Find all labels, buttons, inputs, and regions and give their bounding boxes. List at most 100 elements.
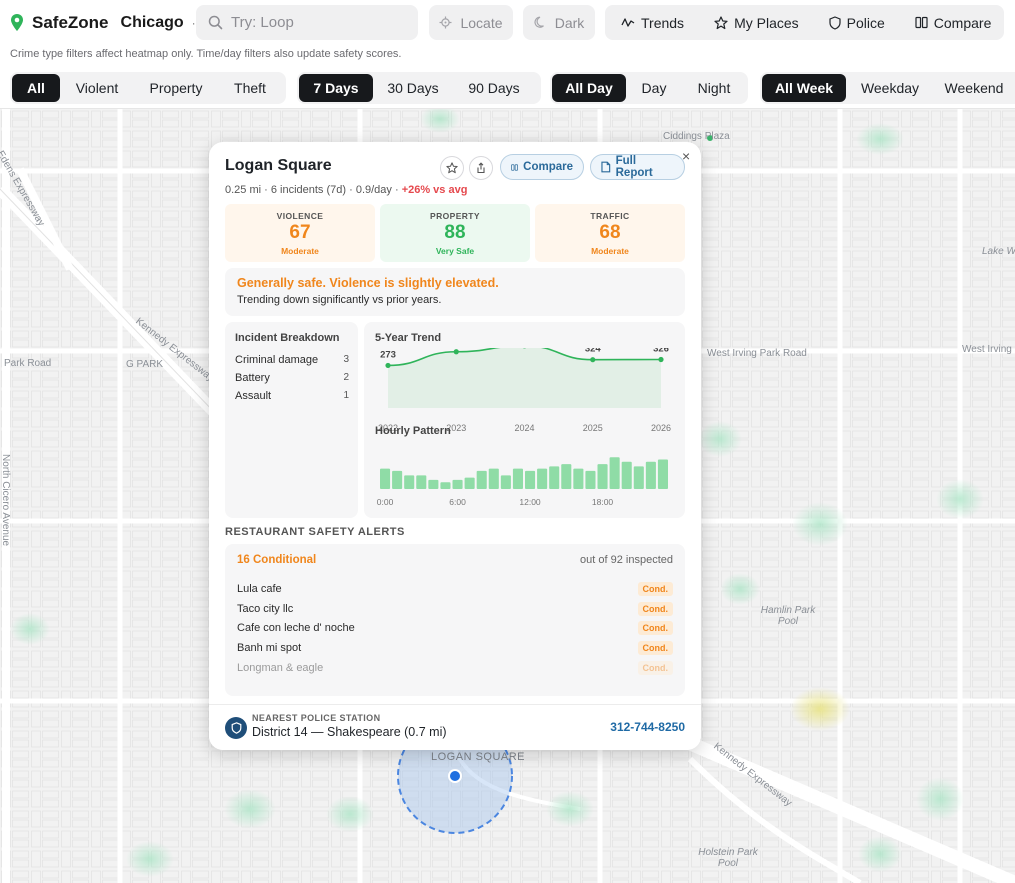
filter-period-30d[interactable]: 30 Days [373, 74, 453, 102]
police-shield-icon [225, 717, 247, 739]
list-item[interactable]: Cafe con leche d' noche Cond. [237, 619, 673, 637]
status-badge: Cond. [637, 602, 673, 616]
hourly-bar [585, 470, 596, 489]
filter-time-night[interactable]: Night [682, 74, 746, 102]
period-filter: 7 Days 30 Days 90 Days [297, 72, 541, 104]
compare-button[interactable]: Compare [500, 154, 584, 180]
breakdown-name: Battery [235, 372, 270, 384]
brand-name: SafeZone [32, 13, 109, 32]
hourly-bar [392, 470, 403, 489]
filter-bar: All Violent Property Theft 7 Days 30 Day… [0, 68, 1015, 109]
hourly-bar [621, 461, 632, 489]
score-traffic-caption: Moderate [591, 246, 629, 256]
hourly-title: Hourly Pattern [375, 425, 451, 437]
neighborhood-stats: 0.25 mi · 6 incidents (7d) · 0.9/day · +… [225, 184, 467, 196]
filter-day-all-week[interactable]: All Week [762, 74, 846, 102]
hourly-tick-label: 12:00 [519, 497, 541, 507]
breakdown-row: Assault 1 [235, 390, 349, 402]
city-selector[interactable]: Chicago [121, 14, 184, 32]
list-item[interactable]: Lula cafe Cond. [237, 580, 673, 598]
crime-type-filter: All Violent Property Theft [10, 72, 286, 104]
neighborhood-card: Logan Square 0.25 mi · 6 incidents (7d) … [209, 142, 701, 750]
station-phone-link[interactable]: 312-744-8250 [610, 720, 685, 734]
favorite-button[interactable] [440, 156, 464, 180]
breakdown-title: Incident Breakdown [235, 332, 340, 344]
dark-mode-button[interactable]: Dark [523, 5, 595, 40]
score-violence-label: VIOLENCE [276, 211, 324, 221]
filter-crime-theft[interactable]: Theft [218, 74, 282, 102]
search-input[interactable] [231, 14, 411, 31]
nav-trends-label: Trends [641, 14, 685, 31]
nav-police[interactable]: Police [799, 5, 885, 40]
breakdown-count: 3 [343, 354, 349, 365]
nav-trends[interactable]: Trends [605, 5, 684, 40]
hourly-bar [416, 475, 427, 489]
nav-compare[interactable]: Compare [885, 5, 992, 40]
hourly-tick-label: 6:00 [449, 497, 466, 507]
restaurant-alerts-title: RESTAURANT SAFETY ALERTS [225, 526, 405, 538]
filter-day-weekday[interactable]: Weekday [846, 74, 934, 102]
restaurant-name: Longman & eagle [237, 662, 324, 674]
nav-my-places[interactable]: My Places [684, 5, 799, 40]
map-label-park-road: Park Road [4, 358, 52, 369]
list-item[interactable]: Banh mi spot Cond. [237, 639, 673, 657]
breakdown-row: Criminal damage 3 [235, 354, 349, 366]
score-property-caption: Very Safe [435, 246, 475, 256]
filter-period-90d[interactable]: 90 Days [453, 74, 535, 102]
neighborhood-stats-text: 0.25 mi · 6 incidents (7d) · 0.9/day · [225, 184, 402, 196]
score-violence-value: 67 [289, 222, 311, 243]
hourly-bar [500, 475, 511, 489]
map-label-lake: Lake W [982, 246, 1015, 257]
trend-area [388, 348, 661, 408]
document-icon [601, 161, 611, 173]
top-bar: SafeZone Chicago · Locate Dark [0, 0, 1015, 68]
list-item[interactable]: Longman & eagle Cond. [237, 659, 673, 677]
filter-period-7d[interactable]: 7 Days [299, 74, 373, 102]
summary-headline: Generally safe. Violence is slightly ele… [237, 276, 499, 290]
filter-crime-all[interactable]: All [12, 74, 60, 102]
trend-data-label: 324 [585, 348, 602, 355]
score-traffic-value: 68 [599, 222, 621, 243]
close-icon[interactable]: × [682, 148, 690, 164]
score-violence-caption: Moderate [281, 246, 319, 256]
trend-title: 5-Year Trend [375, 332, 442, 344]
full-report-button[interactable]: Full Report [590, 154, 685, 180]
map-label-logan-square: LOGAN SQUARE [431, 751, 526, 763]
current-location-dot[interactable] [448, 769, 462, 783]
score-traffic: TRAFFIC 68 Moderate [535, 204, 685, 262]
filter-day-weekend[interactable]: Weekend [934, 74, 1014, 102]
filter-time-all-day[interactable]: All Day [552, 74, 626, 102]
score-property-value: 88 [444, 222, 466, 243]
trend-data-label: 273 [380, 349, 396, 360]
list-item[interactable]: Taco city llc Cond. [237, 600, 673, 618]
brand[interactable]: SafeZone Chicago · [10, 12, 196, 34]
filter-time-day[interactable]: Day [626, 74, 682, 102]
hourly-bar [440, 482, 451, 489]
map-label-holstein-park: Holstein Park Pool [698, 847, 758, 869]
share-button[interactable] [469, 156, 493, 180]
inspected-count: out of 92 inspected [580, 554, 673, 566]
locate-button[interactable]: Locate [429, 5, 513, 40]
status-badge: Cond. [637, 661, 673, 675]
time-of-day-filter: All Day Day Night [550, 72, 748, 104]
status-badge: Cond. [637, 621, 673, 635]
map-label-hamlin-park: Hamlin Park Pool [760, 605, 816, 627]
hourly-bar [464, 477, 475, 489]
map-label-plaza: Ciddings Plaza [663, 131, 730, 142]
hourly-bar [525, 470, 536, 489]
hourly-bar [657, 459, 668, 489]
day-of-week-filter: All Week Weekday Weekend [760, 72, 1015, 104]
filter-crime-violent[interactable]: Violent [60, 74, 134, 102]
star-icon [446, 162, 458, 174]
trend-point [658, 356, 664, 363]
filter-crime-property[interactable]: Property [134, 74, 218, 102]
search-box[interactable] [196, 5, 418, 40]
trend-data-label: 326 [653, 348, 669, 354]
hourly-bar [573, 468, 584, 489]
hourly-bar [404, 475, 415, 489]
nav-compare-label: Compare [933, 14, 992, 31]
hourly-bar [609, 457, 620, 489]
dark-mode-label: Dark [554, 14, 585, 31]
trend-line-icon [621, 18, 635, 27]
restaurant-alerts[interactable]: 16 Conditional out of 92 inspected Lula … [225, 544, 685, 696]
